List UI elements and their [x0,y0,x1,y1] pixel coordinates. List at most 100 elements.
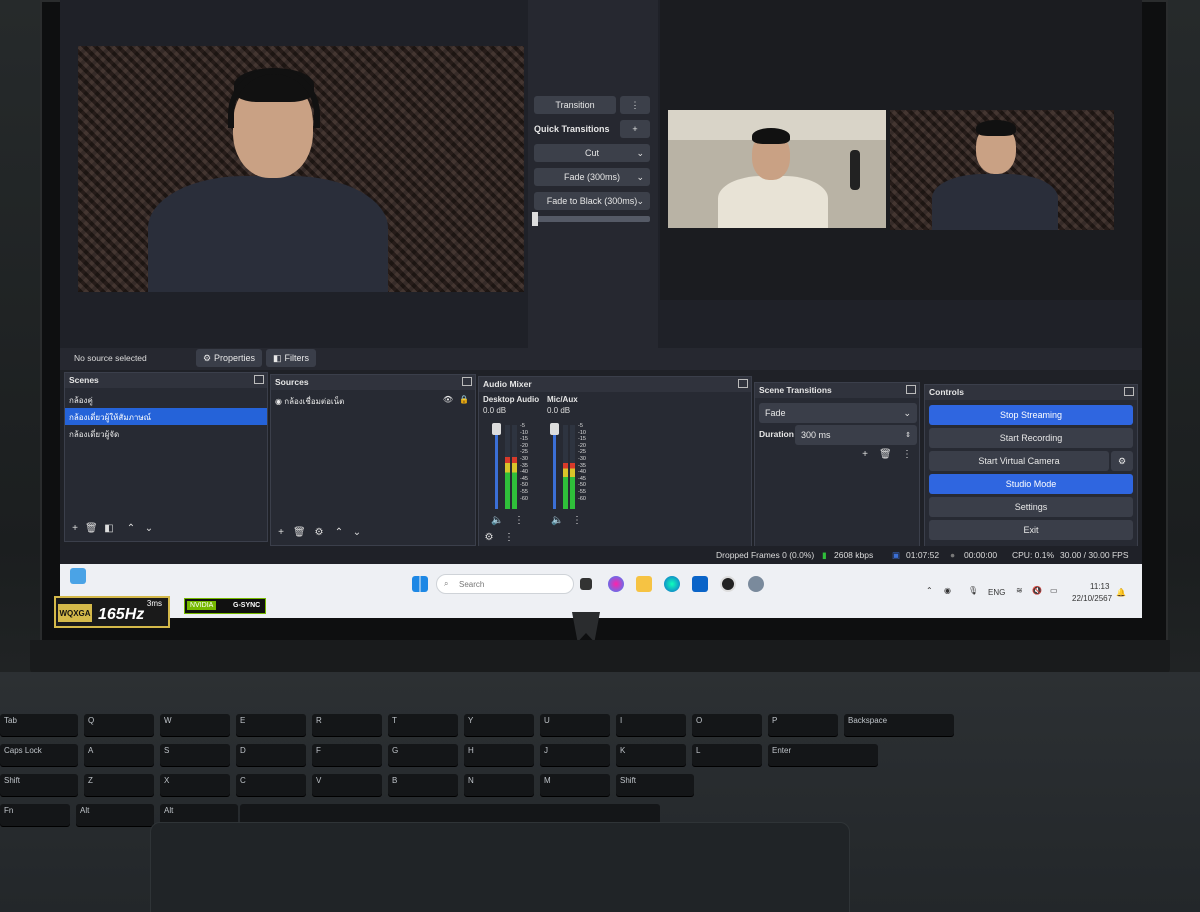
keyboard-key[interactable]: A [84,744,154,766]
transition-button[interactable]: Transition [534,96,616,114]
keyboard-key[interactable]: Y [464,714,534,736]
volume-knob[interactable] [492,423,501,435]
speaker-icon[interactable]: 🔈 [551,515,563,527]
keyboard-language[interactable]: ENG [988,588,1005,597]
quick-transition-fade-black[interactable]: Fade to Black (300ms) ⌄ [534,192,650,210]
tbar-slider[interactable] [532,212,650,226]
keyboard-key[interactable]: M [540,774,610,796]
undock-icon[interactable] [906,385,916,394]
folder-icon[interactable] [636,576,652,592]
taskbar-search[interactable]: ⌕ Search [436,574,574,594]
tray-app-icon[interactable]: ◉ [944,586,951,595]
obs-icon[interactable] [720,576,736,592]
keyboard-key[interactable]: V [312,774,382,796]
add-icon[interactable]: + [859,449,871,461]
volume-slider[interactable] [550,423,559,509]
touchpad[interactable] [150,822,850,912]
keyboard-key[interactable]: I [616,714,686,736]
settings-app-icon[interactable] [748,576,764,592]
trash-icon[interactable]: 🗑 [85,523,98,535]
undock-icon[interactable] [254,375,264,384]
keyboard-key[interactable]: H [464,744,534,766]
more-menu-icon[interactable]: ⋮ [513,515,525,527]
undock-icon[interactable] [462,377,472,386]
keyboard-key[interactable]: Alt [76,804,154,826]
keyboard-key[interactable]: Shift [616,774,694,796]
quick-transition-fade[interactable]: Fade (300ms) ⌄ [534,168,650,186]
undock-icon[interactable] [738,379,748,388]
keyboard-key[interactable]: Backspace [844,714,954,736]
properties-button[interactable]: ⚙ Properties [196,349,262,367]
source-item[interactable]: ◉ กล้องเชื่อมต่อเน็ต 👁 🔒 [271,390,475,407]
keyboard-key[interactable]: C [236,774,306,796]
add-icon[interactable]: + [275,527,287,539]
copilot-icon[interactable] [608,576,624,592]
more-menu-icon[interactable]: ⋮ [571,515,583,527]
chevron-up-icon[interactable]: ⌃ [125,523,137,535]
keyboard-key[interactable]: N [464,774,534,796]
lock-icon[interactable]: 🔒 [459,395,469,404]
keyboard-key[interactable]: D [236,744,306,766]
keyboard-key[interactable]: P [768,714,838,736]
gear-icon[interactable]: ⚙ [313,527,325,539]
speaker-icon[interactable]: 🔈 [491,515,503,527]
keyboard-key[interactable]: O [692,714,762,736]
volume-muted-icon[interactable]: 🔇 [1032,586,1042,595]
filter-icon[interactable]: ◧ [103,523,115,535]
volume-knob[interactable] [550,423,559,435]
keyboard-key[interactable]: S [160,744,230,766]
gear-icon[interactable]: ⚙ [483,532,495,544]
duration-input[interactable]: 300 ms ⇕ [795,425,917,445]
scene-item-selected[interactable]: กล้องเดี่ยวผู้ให้สัมภาษณ์ [65,408,267,425]
add-icon[interactable]: + [69,523,81,535]
start-virtual-camera-button[interactable]: Start Virtual Camera [929,451,1109,471]
keyboard-key[interactable]: E [236,714,306,736]
keyboard-key[interactable]: Z [84,774,154,796]
spinner-icon[interactable]: ⇕ [905,431,911,439]
keyboard-key[interactable]: U [540,714,610,736]
keyboard-key[interactable]: Caps Lock [0,744,78,766]
chevron-up-icon[interactable]: ⌃ [333,527,345,539]
clock-time[interactable]: 11:13 [1090,582,1109,591]
keyboard-key[interactable]: J [540,744,610,766]
scene-item[interactable]: กล้องเดี่ยวผู้จัด [65,425,267,442]
keyboard-key[interactable]: T [388,714,458,736]
keyboard-key[interactable]: W [160,714,230,736]
start-recording-button[interactable]: Start Recording [929,428,1133,448]
edge-icon[interactable] [664,576,680,592]
keyboard-key[interactable]: Fn [0,804,70,826]
keyboard-key[interactable]: Q [84,714,154,736]
more-menu-icon[interactable]: ⋮ [901,449,913,461]
task-view-icon[interactable] [580,578,592,590]
eye-icon[interactable]: 👁 [443,395,453,404]
keyboard-key[interactable]: Tab [0,714,78,736]
keyboard-key[interactable]: F [312,744,382,766]
scene-item[interactable]: กล้องคู่ [65,391,267,408]
keyboard-key[interactable]: Shift [0,774,78,796]
filters-button[interactable]: ◧ Filters [266,349,316,367]
tray-overflow-icon[interactable]: ⌃ [926,586,933,595]
microphone-icon[interactable]: 🎙 [968,586,978,595]
windows-start-icon[interactable] [412,576,428,592]
notification-bell-icon[interactable]: 🔔 [1116,588,1126,597]
transition-menu-button[interactable]: ⋮ [620,96,650,114]
undock-icon[interactable] [1124,387,1134,396]
exit-button[interactable]: Exit [929,520,1133,540]
tbar-knob[interactable] [532,212,538,226]
keyboard-key[interactable]: Enter [768,744,878,766]
chevron-down-icon[interactable]: ⌄ [143,523,155,535]
keyboard-key[interactable]: R [312,714,382,736]
keyboard-key[interactable]: G [388,744,458,766]
virtual-camera-settings-button[interactable]: ⚙ [1111,451,1133,471]
quick-transition-cut[interactable]: Cut ⌄ [534,144,650,162]
settings-button[interactable]: Settings [929,497,1133,517]
wifi-icon[interactable]: ≋ [1016,586,1023,595]
keyboard-key[interactable]: B [388,774,458,796]
battery-icon[interactable]: ▭ [1050,586,1058,595]
add-quick-transition-button[interactable]: + [620,120,650,138]
outlook-icon[interactable] [692,576,708,592]
keyboard-key[interactable]: K [616,744,686,766]
studio-mode-button[interactable]: Studio Mode [929,474,1133,494]
volume-slider[interactable] [492,423,501,509]
widgets-icon[interactable] [70,568,86,584]
